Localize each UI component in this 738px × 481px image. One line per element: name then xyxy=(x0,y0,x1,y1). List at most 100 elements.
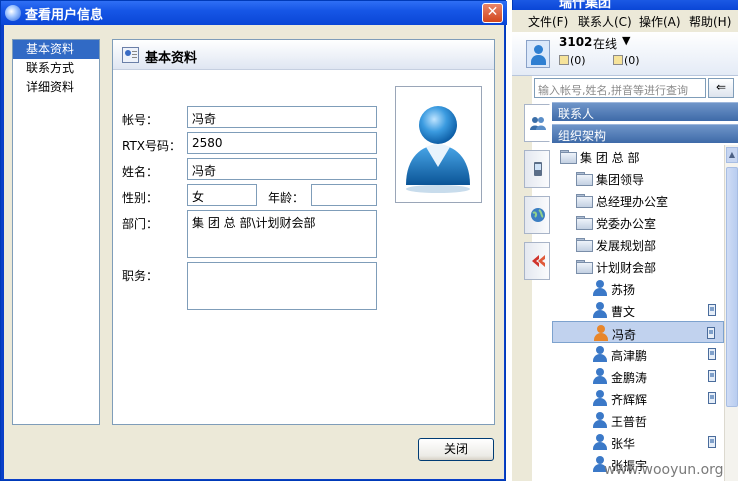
scroll-up-icon[interactable]: ▲ xyxy=(726,147,738,163)
group-org-structure[interactable]: 组织架构 xyxy=(552,124,738,143)
tree-folder[interactable]: 发展规划部 xyxy=(552,233,724,255)
tree-label: 曹文 xyxy=(611,305,636,319)
tab-organization[interactable] xyxy=(524,104,550,142)
tree-label: 集团领导 xyxy=(596,173,645,187)
tree-label: 张华 xyxy=(611,437,636,451)
dept-label: 部门： xyxy=(122,217,159,231)
folder-icon xyxy=(576,238,593,252)
chevron-down-icon[interactable]: ▼ xyxy=(622,34,630,47)
tree-label: 发展规划部 xyxy=(596,239,657,253)
gender-label: 性别： xyxy=(122,191,159,205)
basic-info-panel: 基本资料 帐号： 冯奇 RTX号码： 2580 姓名： 冯奇 性别： 女 年龄：… xyxy=(112,39,495,425)
nav-item-basic[interactable]: 基本资料 xyxy=(13,40,99,59)
globe-icon xyxy=(531,208,545,222)
mail-count: (0) xyxy=(570,54,586,67)
menu-file[interactable]: 文件(F) xyxy=(528,13,568,30)
panel-header: 基本资料 xyxy=(113,40,494,70)
vertical-tabs xyxy=(524,104,550,280)
menu-contacts[interactable]: 联系人(C) xyxy=(578,13,632,30)
user-icon xyxy=(592,412,608,428)
tab-apps[interactable] xyxy=(524,242,550,280)
folder-icon xyxy=(560,150,577,164)
close-icon[interactable]: ✕ xyxy=(482,3,503,23)
age-field[interactable] xyxy=(311,184,377,206)
mail-counter[interactable]: (0) xyxy=(559,54,586,67)
user-icon xyxy=(593,325,609,341)
people-icon xyxy=(530,117,546,130)
folder-icon xyxy=(576,172,593,186)
arrows-icon xyxy=(532,255,545,267)
user-icon xyxy=(592,434,608,450)
search-go-button[interactable]: ⇐ xyxy=(708,78,734,98)
tree-user[interactable]: 苏扬 xyxy=(552,277,724,299)
group-contacts[interactable]: 联系人 xyxy=(552,102,738,121)
folder-icon xyxy=(576,260,593,274)
folder-icon xyxy=(576,194,593,208)
tree-user[interactable]: 张华 xyxy=(552,431,724,453)
tree-label: 总经理办公室 xyxy=(596,195,669,209)
client-window: 瑞什集团 文件(F) 联系人(C) 操作(A) 帮助(H) 3102 在线 ▼ … xyxy=(512,0,738,481)
close-button[interactable]: 关闭 xyxy=(418,438,494,461)
tree-scrollbar[interactable]: ▲ xyxy=(724,145,738,481)
dialog-title: 查看用户信息 xyxy=(25,8,104,23)
tree-label: 王普哲 xyxy=(611,415,648,429)
file-counter[interactable]: (0) xyxy=(613,54,640,67)
tree-folder[interactable]: 总经理办公室 xyxy=(552,189,724,211)
tree-folder[interactable]: 集 团 总 部 xyxy=(552,145,724,167)
title-field[interactable] xyxy=(187,262,377,310)
folder-icon xyxy=(576,216,593,230)
mail-icon xyxy=(559,55,569,65)
user-icon xyxy=(592,346,608,362)
user-avatar xyxy=(395,86,482,203)
user-icon xyxy=(592,390,608,406)
tree-user[interactable]: 齐辉辉 xyxy=(552,387,724,409)
mobile-icon xyxy=(708,436,716,448)
account-field[interactable]: 冯奇 xyxy=(187,106,377,128)
tree-user[interactable]: 金鹏涛 xyxy=(552,365,724,387)
dept-field[interactable]: 集 团 总 部\计划财会部 xyxy=(187,210,377,258)
tree-folder[interactable]: 党委办公室 xyxy=(552,211,724,233)
avatar[interactable] xyxy=(526,40,550,68)
tree-folder[interactable]: 计划财会部 xyxy=(552,255,724,277)
file-count: (0) xyxy=(624,54,640,67)
rtx-field[interactable]: 2580 xyxy=(187,132,377,154)
mobile-icon xyxy=(708,392,716,404)
user-icon xyxy=(592,368,608,384)
menu-bar: 文件(F) 联系人(C) 操作(A) 帮助(H) xyxy=(512,10,738,32)
title-label: 职务： xyxy=(122,269,159,283)
status-text[interactable]: 在线 xyxy=(593,35,617,52)
info-nav: 基本资料 联系方式 详细资料 xyxy=(12,39,100,425)
watermark: www.wooyun.org xyxy=(604,462,724,478)
contact-card-icon xyxy=(122,47,139,63)
account-label: 帐号： xyxy=(122,113,159,127)
menu-actions[interactable]: 操作(A) xyxy=(639,13,681,30)
rtx-label: RTX号码： xyxy=(122,139,182,153)
nav-item-contact[interactable]: 联系方式 xyxy=(13,59,99,78)
app-icon xyxy=(5,5,21,21)
menu-help[interactable]: 帮助(H) xyxy=(689,13,731,30)
tree-user[interactable]: 冯奇 xyxy=(552,321,724,343)
tab-mobile[interactable] xyxy=(524,150,550,188)
name-field[interactable]: 冯奇 xyxy=(187,158,377,180)
client-titlebar[interactable]: 瑞什集团 xyxy=(512,0,738,11)
nav-item-details[interactable]: 详细资料 xyxy=(13,78,99,97)
gender-field[interactable]: 女 xyxy=(187,184,257,206)
screen: 查看用户信息 ✕ 基本资料 联系方式 详细资料 基本资料 帐号： 冯奇 RTX号… xyxy=(0,0,738,481)
tree-user[interactable]: 高津鹏 xyxy=(552,343,724,365)
tree-folder[interactable]: 集团领导 xyxy=(552,167,724,189)
tree-label: 金鹏涛 xyxy=(611,371,648,385)
search-input[interactable]: 输入帐号,姓名,拼音等进行查询 xyxy=(534,78,706,98)
scroll-thumb[interactable] xyxy=(726,167,738,407)
user-icon xyxy=(592,302,608,318)
user-info-dialog: 查看用户信息 ✕ 基本资料 联系方式 详细资料 基本资料 帐号： 冯奇 RTX号… xyxy=(0,0,507,481)
tab-web[interactable] xyxy=(524,196,550,234)
name-label: 姓名： xyxy=(122,165,159,179)
age-label: 年龄： xyxy=(268,191,305,205)
dialog-titlebar[interactable]: 查看用户信息 ✕ xyxy=(1,1,507,25)
tree-label: 冯奇 xyxy=(612,328,637,342)
mobile-icon xyxy=(708,348,716,360)
dialog-body: 基本资料 联系方式 详细资料 基本资料 帐号： 冯奇 RTX号码： 2580 姓… xyxy=(4,25,504,479)
tree-label: 计划财会部 xyxy=(596,261,657,275)
tree-user[interactable]: 王普哲 xyxy=(552,409,724,431)
tree-user[interactable]: 曹文 xyxy=(552,299,724,321)
